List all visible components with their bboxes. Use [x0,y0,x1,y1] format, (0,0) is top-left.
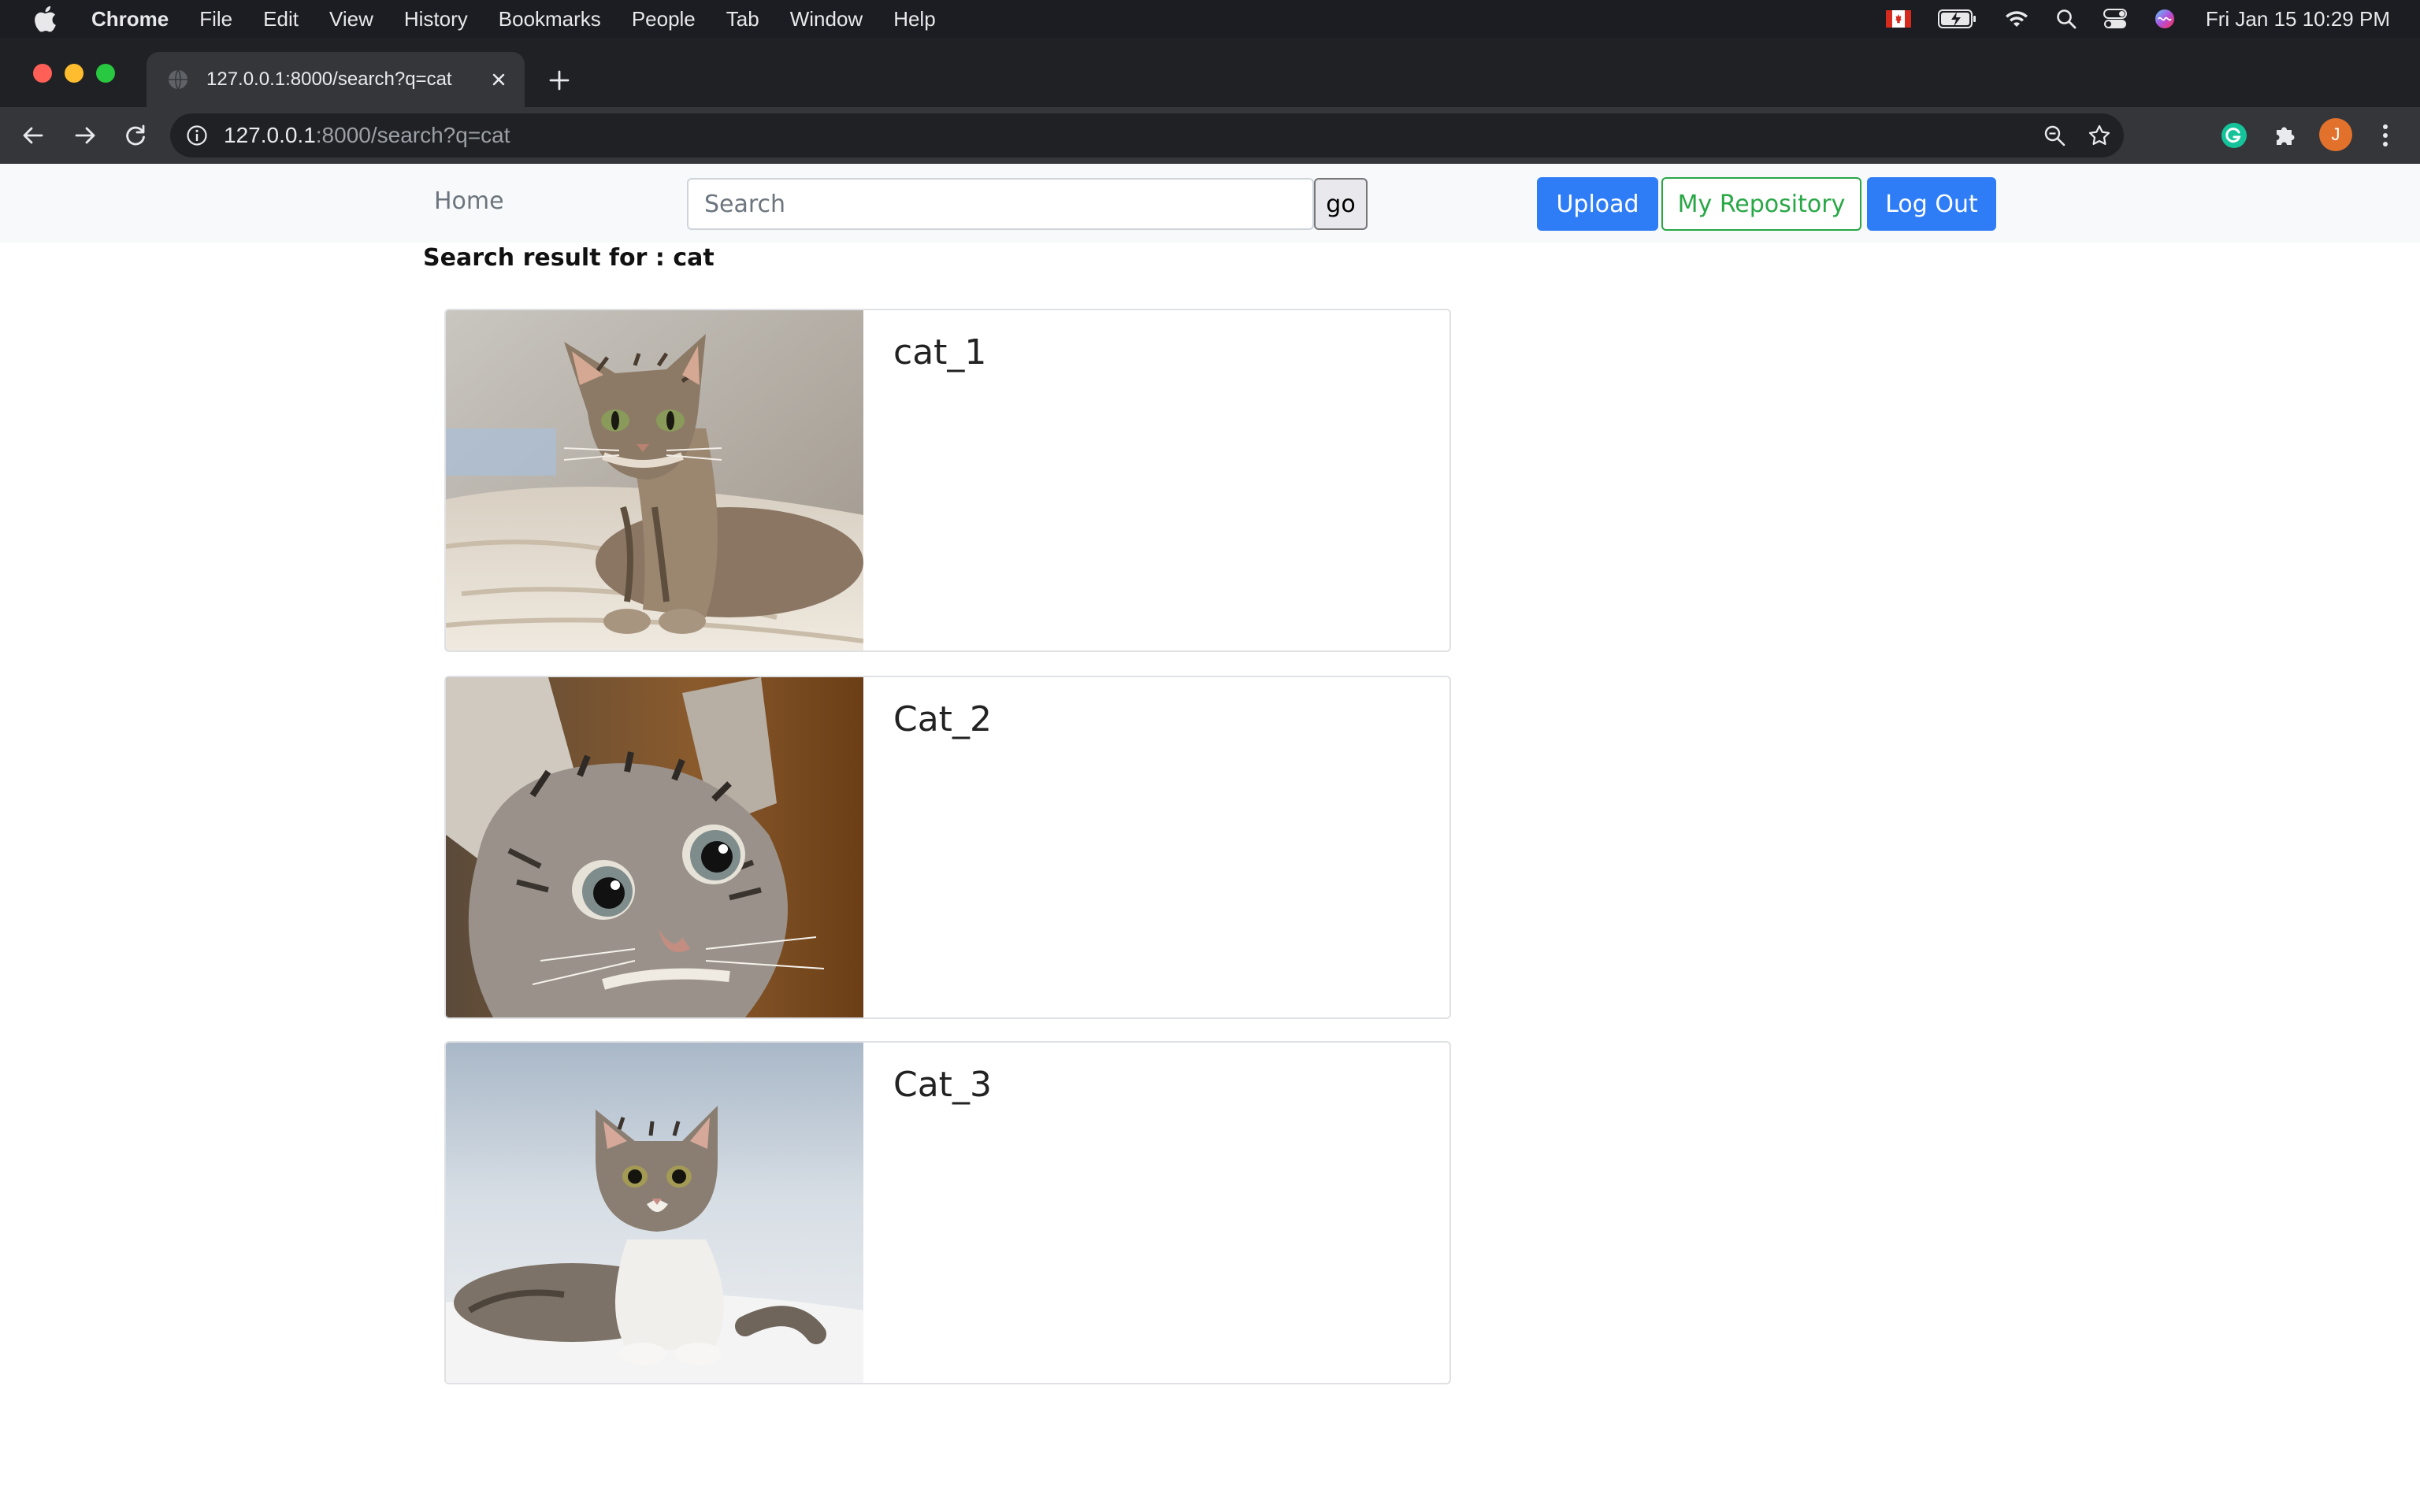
result-card-3[interactable]: Cat_3 [444,1041,1451,1384]
canada-flag-icon[interactable] [1885,10,1911,28]
home-link[interactable]: Home [434,187,504,215]
globe-icon [167,68,191,91]
site-info-icon[interactable] [186,124,210,147]
chrome-menu-kebab-icon[interactable] [2370,120,2401,151]
result-card-title[interactable]: cat_1 [893,332,986,372]
result-card-title[interactable]: Cat_2 [893,699,992,739]
result-card-title[interactable]: Cat_3 [893,1065,992,1105]
battery-charging-icon[interactable] [1937,9,1977,29]
bookmark-star-icon[interactable] [2088,124,2111,147]
profile-avatar[interactable]: J [2319,118,2352,151]
browser-toolbar: 127.0.0.1:8000/search?q=cat [0,107,2420,164]
extensions-puzzle-icon[interactable] [2269,120,2300,151]
cat-1-image[interactable] [446,310,863,650]
address-bar[interactable]: 127.0.0.1:8000/search?q=cat [170,113,2124,158]
wifi-icon[interactable] [2004,9,2029,28]
zoom-magnifier-icon[interactable] [2043,124,2066,146]
siri-icon[interactable] [2154,8,2176,30]
menu-people[interactable]: People [632,7,696,32]
url-host: 127.0.0.1 [224,123,316,147]
spotlight-search-icon[interactable] [2056,9,2077,29]
menu-bar-status-area: Fri Jan 15 10:29 PM [1859,0,2390,38]
menu-tab[interactable]: Tab [726,7,759,32]
my-repository-button[interactable]: My Repository [1661,177,1861,231]
go-button[interactable]: go [1314,178,1368,230]
menu-help[interactable]: Help [893,7,935,32]
tab-close-icon[interactable] [487,68,510,91]
result-card-1[interactable]: cat_1 [444,309,1451,652]
window-zoom-button[interactable] [96,64,115,83]
menu-bar-clock[interactable]: Fri Jan 15 10:29 PM [2206,7,2390,32]
browser-tab-active[interactable]: 127.0.0.1:8000/search?q=cat [147,52,525,107]
menu-window[interactable]: Window [790,7,863,32]
menu-app-chrome[interactable]: Chrome [91,7,169,32]
web-page: Home go Upload My Repository Log Out Sea… [0,164,2420,1512]
menu-history[interactable]: History [404,7,468,32]
upload-button[interactable]: Upload [1537,177,1658,231]
apple-icon[interactable] [33,5,61,33]
forward-arrow-icon[interactable] [69,120,101,151]
tab-title: 127.0.0.1:8000/search?q=cat [206,69,452,90]
cat-2-image[interactable] [446,677,863,1017]
address-bar-actions [2021,113,2111,158]
cat-3-image[interactable] [446,1043,863,1383]
search-input[interactable] [687,178,1314,230]
log-out-button[interactable]: Log Out [1867,177,1996,231]
result-card-2[interactable]: Cat_2 [444,676,1451,1019]
control-center-icon[interactable] [2103,9,2127,29]
browser-tab-strip: 127.0.0.1:8000/search?q=cat [0,38,2420,107]
reload-icon[interactable] [120,120,151,151]
back-arrow-icon[interactable] [17,120,49,151]
new-tab-plus-icon[interactable] [544,65,575,96]
menu-file[interactable]: File [199,7,232,32]
window-close-button[interactable] [33,64,52,83]
address-url: 127.0.0.1:8000/search?q=cat [224,123,510,148]
site-navbar: Home go Upload My Repository Log Out [0,164,2420,243]
menu-bookmarks[interactable]: Bookmarks [499,7,601,32]
macos-menu-bar: Chrome File Edit View History Bookmarks … [0,0,2420,38]
window-minimize-button[interactable] [65,64,84,83]
menu-view[interactable]: View [329,7,373,32]
menu-edit[interactable]: Edit [263,7,299,32]
grammarly-extension-icon[interactable] [2218,120,2250,151]
search-result-heading: Search result for : cat [423,244,714,272]
url-path: :8000/search?q=cat [315,123,510,147]
